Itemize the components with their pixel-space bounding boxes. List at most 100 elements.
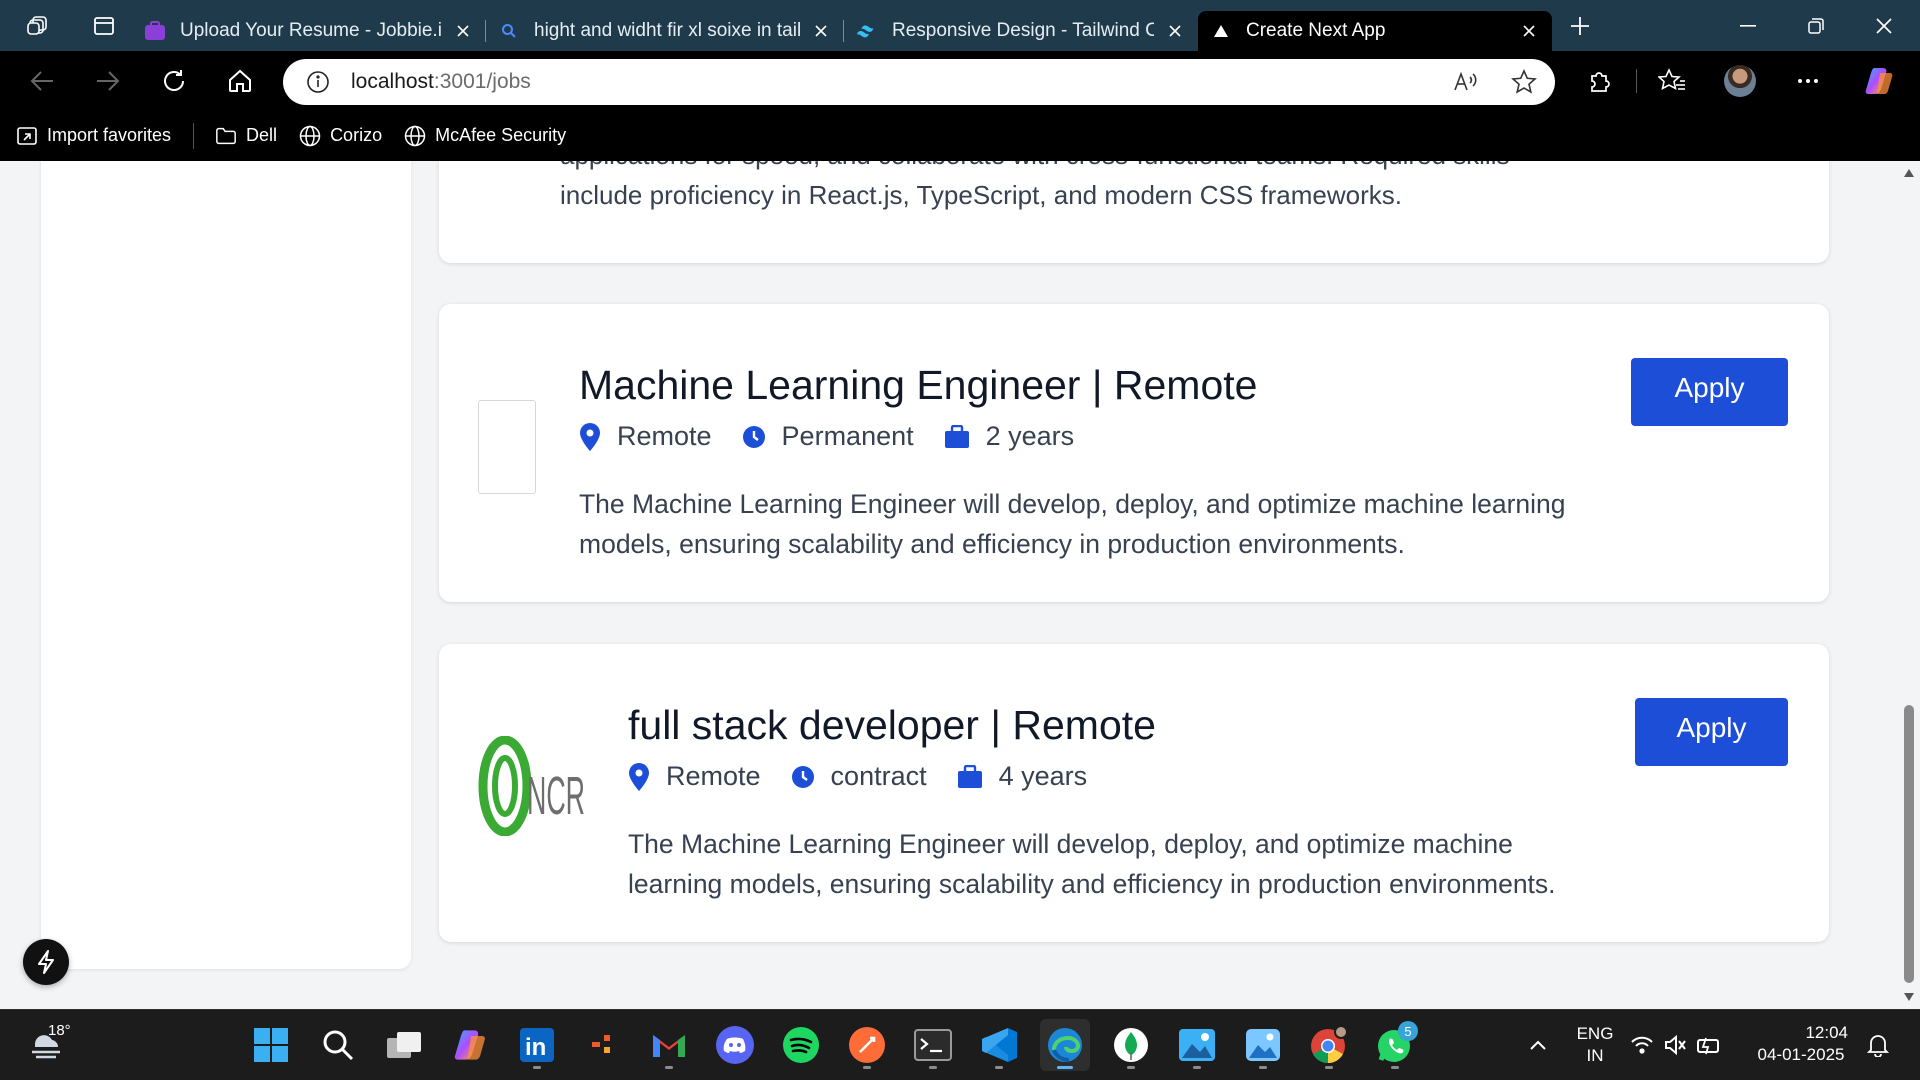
bookmark-mcafee[interactable]: McAfee Security [404, 125, 566, 147]
favorite-star-icon[interactable] [1509, 67, 1539, 97]
weather-widget[interactable]: 18° [26, 1022, 74, 1070]
globe-icon [299, 125, 321, 147]
minimize-icon[interactable] [1714, 0, 1782, 51]
notifications-bell-icon[interactable] [1854, 1019, 1902, 1071]
apply-button[interactable]: Apply [1635, 698, 1788, 766]
bookmark-dell[interactable]: Dell [215, 125, 277, 147]
browser-toolbar: localhost:3001/jobs [0, 51, 1920, 110]
job-description: The Machine Learning Engineer will devel… [579, 489, 1566, 559]
bookmark-corizo[interactable]: Corizo [299, 125, 382, 147]
close-window-icon[interactable] [1850, 0, 1918, 51]
svg-text:in: in [525, 1034, 546, 1061]
job-location: Remote [628, 761, 761, 792]
address-bar[interactable]: localhost:3001/jobs [283, 59, 1555, 105]
job-meta: Remote contract 4 years [628, 761, 1117, 792]
page-scrollbar[interactable] [1898, 161, 1920, 1009]
search-icon[interactable] [313, 1019, 363, 1071]
refresh-icon[interactable] [146, 51, 202, 110]
filters-sidebar [41, 161, 411, 969]
tab-title: Responsive Design - Tailwind CSS [892, 20, 1154, 41]
system-tray-status[interactable] [1628, 1019, 1728, 1071]
job-title[interactable]: full stack developer | Remote [628, 702, 1156, 749]
site-info-icon[interactable] [305, 69, 331, 95]
spotify-icon[interactable] [776, 1019, 826, 1071]
extensions-icon[interactable] [1571, 51, 1627, 110]
read-aloud-icon[interactable] [1451, 67, 1481, 97]
tab-title: Upload Your Resume - Jobbie.io [180, 20, 442, 41]
workspaces-icon[interactable] [0, 0, 76, 51]
close-tab-icon[interactable] [810, 20, 832, 42]
gmail-icon[interactable] [644, 1019, 694, 1071]
folder-icon [215, 125, 237, 147]
svg-text:NCR: NCR [527, 766, 585, 826]
mongodb-icon[interactable] [1106, 1019, 1156, 1071]
job-card[interactable]: Machine Learning Engineer | Remote Remot… [439, 304, 1829, 602]
whatsapp-icon[interactable]: 5 [1370, 1019, 1420, 1071]
vscode-icon[interactable] [974, 1019, 1024, 1071]
linkedin-icon[interactable]: in [512, 1019, 562, 1071]
favorites-bar: Import favorites Dell Corizo McAfee Secu… [0, 110, 1920, 161]
close-tab-icon[interactable] [1518, 20, 1540, 42]
tab-responsive-design[interactable]: Responsive Design - Tailwind CSS [844, 11, 1198, 51]
profile-avatar[interactable] [1724, 65, 1756, 97]
scrollbar-thumb[interactable] [1904, 705, 1914, 983]
forward-icon[interactable] [80, 51, 136, 110]
favorites-icon[interactable] [1644, 51, 1700, 110]
language-indicator[interactable]: ENG IN [1570, 1023, 1620, 1067]
photos-icon[interactable] [1172, 1019, 1222, 1071]
job-location: Remote [579, 421, 712, 452]
home-icon[interactable] [212, 51, 268, 110]
discord-icon[interactable] [710, 1019, 760, 1071]
task-view-icon[interactable] [379, 1019, 429, 1071]
scroll-up-icon[interactable] [1903, 167, 1915, 179]
chevron-up-icon[interactable] [1514, 1019, 1562, 1071]
briefcase-icon [944, 424, 969, 448]
dev-tools-bolt-icon[interactable] [23, 939, 69, 985]
scroll-down-icon[interactable] [1903, 991, 1915, 1003]
job-card[interactable]: NCR full stack developer | Remote Remote… [439, 644, 1829, 942]
notification-badge: 5 [1398, 1021, 1418, 1041]
restore-icon[interactable] [1782, 0, 1850, 51]
tab-strip: Upload Your Resume - Jobbie.io hight and… [0, 0, 1920, 51]
close-tab-icon[interactable] [1164, 20, 1186, 42]
tailwind-favicon-icon [856, 20, 878, 42]
photos-alt-icon[interactable] [1238, 1019, 1288, 1071]
bookmark-import-favorites[interactable]: Import favorites [16, 125, 171, 147]
edge-icon[interactable] [1040, 1019, 1090, 1071]
new-tab-icon[interactable] [1552, 0, 1608, 51]
page-viewport: applications for speed, and collaborate … [0, 161, 1898, 1009]
copilot-icon[interactable] [1852, 51, 1908, 110]
close-tab-icon[interactable] [452, 20, 474, 42]
start-icon[interactable] [246, 1019, 296, 1071]
apply-button[interactable]: Apply [1631, 358, 1788, 426]
chrome-icon[interactable] [1304, 1019, 1354, 1071]
volume-muted-icon [1665, 1034, 1686, 1056]
job-meta: Remote Permanent 2 years [579, 421, 1104, 452]
clock-icon [742, 425, 765, 448]
bookmark-label: Corizo [330, 125, 383, 145]
windows-taskbar: 18° in 5 ENG IN 12:04 04-01-2025 [0, 1009, 1920, 1080]
more-options-icon[interactable] [1780, 51, 1836, 110]
jobbie-favicon-icon [144, 20, 166, 42]
tab-upload-resume[interactable]: Upload Your Resume - Jobbie.io [132, 11, 486, 51]
postman-icon[interactable] [842, 1019, 892, 1071]
location-pin-icon [580, 422, 600, 451]
copilot-taskbar-icon[interactable] [446, 1019, 496, 1071]
company-logo-ncr: NCR [477, 735, 587, 837]
back-icon[interactable] [14, 51, 70, 110]
job-experience: 4 years [957, 761, 1087, 792]
tab-search-height-width[interactable]: hight and widht fir xl soixe in tailw [486, 11, 844, 51]
job-type: contract [791, 761, 927, 792]
briefcase-icon [957, 764, 982, 788]
vertical-tabs-icon[interactable] [76, 0, 132, 51]
clock[interactable]: 12:04 04-01-2025 [1746, 1022, 1856, 1066]
tab-title: Create Next App [1246, 20, 1386, 41]
tab-create-next-app[interactable]: Create Next App [1198, 11, 1552, 51]
bookmark-label: McAfee Security [435, 125, 567, 145]
globe-icon [404, 125, 426, 147]
job-card-previous: applications for speed, and collaborate … [439, 161, 1829, 263]
terminal-icon[interactable] [908, 1019, 958, 1071]
slack-like-icon[interactable] [578, 1019, 628, 1071]
job-title[interactable]: Machine Learning Engineer | Remote [579, 362, 1257, 409]
location-pin-icon [629, 762, 649, 791]
